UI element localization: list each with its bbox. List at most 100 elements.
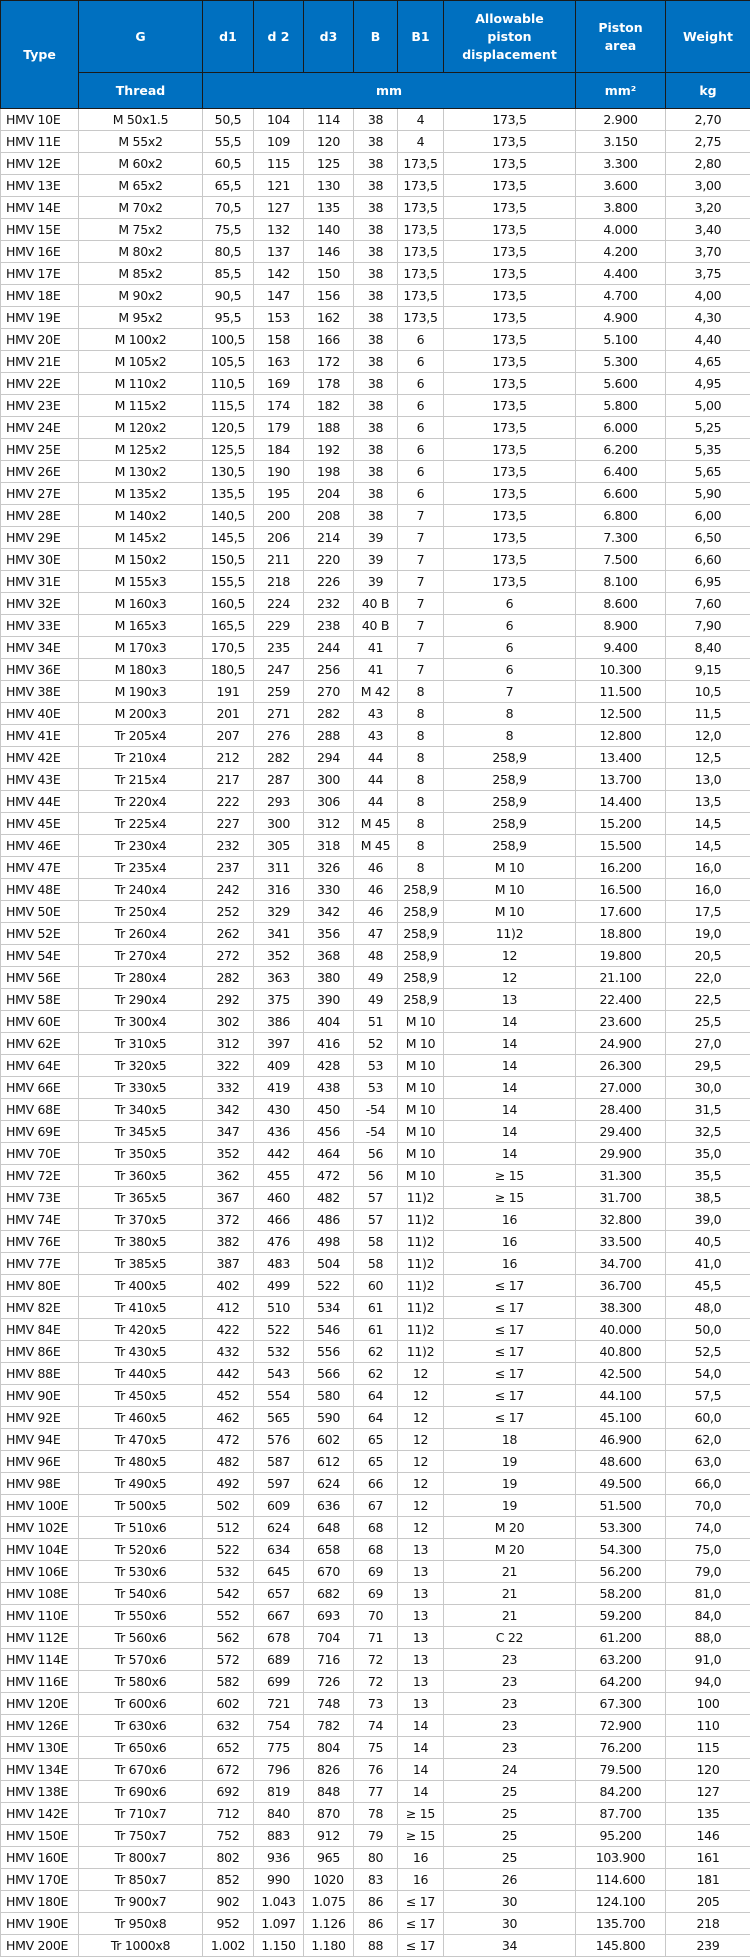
cell-d1: 332 <box>202 1076 254 1099</box>
cell-b: 78 <box>353 1802 398 1825</box>
cell-d1: 752 <box>202 1824 254 1847</box>
cell-type: HMV 34E <box>0 636 79 659</box>
cell-allowable-displacement: 173,5 <box>443 526 576 549</box>
cell-thread: Tr 460x5 <box>78 1406 203 1429</box>
cell-d3: 306 <box>303 790 354 813</box>
cell-allowable-displacement: 23 <box>443 1648 576 1671</box>
table-row: HMV 28E M 140x2 140,5 200 208 38 7 173,5 6.800 6,… <box>0 504 750 527</box>
cell-type: HMV 200E <box>0 1934 79 1957</box>
cell-thread: Tr 410x5 <box>78 1296 203 1319</box>
cell-piston-area: 4.700 <box>575 284 666 307</box>
cell-thread: M 120x2 <box>78 416 203 439</box>
cell-b1: 13 <box>397 1560 444 1583</box>
cell-type: HMV 28E <box>0 504 79 527</box>
cell-weight: 11,5 <box>665 702 750 725</box>
cell-d2: 190 <box>253 460 304 483</box>
cell-b: 39 <box>353 570 398 593</box>
cell-type: HMV 77E <box>0 1252 79 1275</box>
cell-d1: 262 <box>202 922 254 945</box>
cell-b: M 45 <box>353 812 398 835</box>
cell-type: HMV 47E <box>0 856 79 879</box>
cell-thread: Tr 490x5 <box>78 1472 203 1495</box>
cell-b1: 173,5 <box>397 262 444 285</box>
cell-piston-area: 6.200 <box>575 438 666 461</box>
unit-mm: mm <box>202 72 576 109</box>
cell-d2: 1.043 <box>253 1890 304 1913</box>
col-header-d3: d3 <box>303 0 354 73</box>
cell-allowable-displacement: 7 <box>443 680 576 703</box>
cell-type: HMV 41E <box>0 724 79 747</box>
cell-d2: 699 <box>253 1670 304 1693</box>
cell-weight: 22,0 <box>665 966 750 989</box>
cell-b: -54 <box>353 1098 398 1121</box>
cell-d2: 137 <box>253 240 304 263</box>
cell-allowable-displacement: 173,5 <box>443 130 576 153</box>
cell-d3: 220 <box>303 548 354 571</box>
cell-d3: 380 <box>303 966 354 989</box>
cell-piston-area: 3.600 <box>575 174 666 197</box>
cell-thread: M 60x2 <box>78 152 203 175</box>
cell-thread: Tr 340x5 <box>78 1098 203 1121</box>
table-row: HMV 47E Tr 235x4 237 311 326 46 8 M 10 16.200 16,… <box>0 856 750 879</box>
cell-weight: 38,5 <box>665 1186 750 1209</box>
cell-d2: 634 <box>253 1538 304 1561</box>
cell-type: HMV 46E <box>0 834 79 857</box>
cell-type: HMV 76E <box>0 1230 79 1253</box>
cell-d1: 572 <box>202 1648 254 1671</box>
cell-d3: 282 <box>303 702 354 725</box>
cell-allowable-displacement: 34 <box>443 1934 576 1957</box>
cell-piston-area: 29.900 <box>575 1142 666 1165</box>
cell-b1: 12 <box>397 1362 444 1385</box>
cell-allowable-displacement: 12 <box>443 944 576 967</box>
cell-d1: 70,5 <box>202 196 254 219</box>
cell-b1: 13 <box>397 1538 444 1561</box>
cell-type: HMV 62E <box>0 1032 79 1055</box>
cell-piston-area: 32.800 <box>575 1208 666 1231</box>
cell-d3: 130 <box>303 174 354 197</box>
cell-b: 40 B <box>353 592 398 615</box>
cell-b: 88 <box>353 1934 398 1957</box>
cell-d1: 252 <box>202 900 254 923</box>
cell-piston-area: 31.700 <box>575 1186 666 1209</box>
cell-d3: 416 <box>303 1032 354 1055</box>
table-row: HMV 45E Tr 225x4 227 300 312 M 45 8 258,9 15.200… <box>0 812 750 835</box>
cell-d2: 276 <box>253 724 304 747</box>
cell-weight: 2,75 <box>665 130 750 153</box>
cell-d1: 352 <box>202 1142 254 1165</box>
cell-d1: 160,5 <box>202 592 254 615</box>
cell-allowable-displacement: 6 <box>443 636 576 659</box>
table-row: HMV 36E M 180x3 180,5 247 256 41 7 6 10.300 9,15 <box>0 658 750 681</box>
cell-type: HMV 100E <box>0 1494 79 1517</box>
cell-d1: 75,5 <box>202 218 254 241</box>
cell-type: HMV 45E <box>0 812 79 835</box>
cell-thread: Tr 240x4 <box>78 878 203 901</box>
cell-b1: M 10 <box>397 1120 444 1143</box>
cell-b1: 7 <box>397 614 444 637</box>
cell-piston-area: 5.100 <box>575 328 666 351</box>
cell-d3: 624 <box>303 1472 354 1495</box>
cell-allowable-displacement: 18 <box>443 1428 576 1451</box>
cell-b: 38 <box>353 416 398 439</box>
cell-thread: M 110x2 <box>78 372 203 395</box>
cell-allowable-displacement: 8 <box>443 702 576 725</box>
cell-allowable-displacement: 6 <box>443 658 576 681</box>
cell-weight: 3,70 <box>665 240 750 263</box>
cell-weight: 17,5 <box>665 900 750 923</box>
cell-d3: 522 <box>303 1274 354 1297</box>
cell-thread: M 180x3 <box>78 658 203 681</box>
cell-weight: 6,50 <box>665 526 750 549</box>
cell-allowable-displacement: 21 <box>443 1560 576 1583</box>
cell-allowable-displacement: 173,5 <box>443 416 576 439</box>
table-row: HMV 60E Tr 300x4 302 386 404 51 M 10 14 23.600 25… <box>0 1010 750 1033</box>
cell-d3: 1.180 <box>303 1934 354 1957</box>
unit-mm2: mm² <box>575 72 666 109</box>
table-row: HMV 42E Tr 210x4 212 282 294 44 8 258,9 13.400 12… <box>0 746 750 769</box>
cell-b1: M 10 <box>397 1010 444 1033</box>
cell-piston-area: 87.700 <box>575 1802 666 1825</box>
cell-allowable-displacement: 173,5 <box>443 152 576 175</box>
cell-type: HMV 120E <box>0 1692 79 1715</box>
cell-b1: 4 <box>397 130 444 153</box>
cell-thread: M 165x3 <box>78 614 203 637</box>
cell-d1: 512 <box>202 1516 254 1539</box>
cell-piston-area: 40.800 <box>575 1340 666 1363</box>
